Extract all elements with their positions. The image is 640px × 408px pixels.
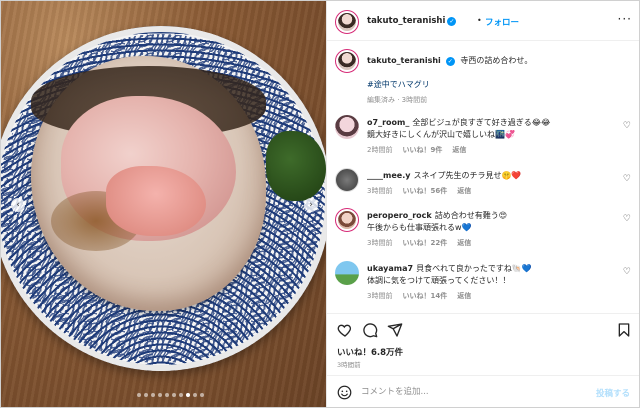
heart-icon[interactable]	[337, 322, 353, 338]
avatar[interactable]	[335, 208, 359, 232]
comment-username[interactable]: peropero_rock	[367, 211, 432, 220]
comment-likes[interactable]: いいね！9件	[402, 146, 442, 154]
carousel-dot	[151, 393, 155, 397]
avatar[interactable]	[335, 261, 359, 285]
carousel-dot	[200, 393, 204, 397]
comment-time[interactable]: 3時間前	[367, 187, 392, 195]
comments-list[interactable]: takuto_teranishi ✓ 寺西の詰め合わせ。 #途中でハマグリ 編集済…	[327, 41, 639, 313]
action-bar: いいね！6.8万件 3時間前	[327, 313, 639, 375]
comment-text-line2: 鏡大好きにしくんが沢山で嬉しいね🌃💞	[367, 130, 515, 139]
comment-likes[interactable]: いいね！22件	[402, 239, 447, 247]
heart-icon[interactable]: ♡	[623, 174, 631, 184]
post-side-panel: takuto_teranishi ✓ • フォロー ··· takuto_tera…	[326, 1, 639, 407]
carousel-dot	[165, 393, 169, 397]
heart-icon[interactable]: ♡	[623, 267, 631, 277]
caption-text: 寺西の詰め合わせ。	[460, 56, 533, 65]
comment-text-line2: 午後からも仕事頑張れるw💙	[367, 223, 472, 232]
emoji-icon[interactable]	[337, 385, 352, 400]
carousel-dot	[137, 393, 141, 397]
caption-meta: 編集済み · 3時間前	[367, 96, 428, 104]
header-separator: •	[477, 16, 482, 25]
post-time[interactable]: 3時間前	[337, 359, 361, 369]
carousel-dot	[186, 393, 190, 397]
share-icon[interactable]	[387, 322, 403, 338]
comment-text: 貝食べれて良かったですね🐚💙	[416, 264, 532, 273]
comment-username[interactable]: o7_room_	[367, 118, 409, 127]
reply-button[interactable]: 返信	[457, 292, 471, 300]
more-icon[interactable]: ···	[618, 12, 632, 26]
post-modal: ‹ › takuto_teranishi ✓ • フォロー ··· takuto_…	[0, 0, 640, 408]
comment-username[interactable]: ukayama7	[367, 264, 413, 273]
carousel-dot	[179, 393, 183, 397]
carousel-dot	[144, 393, 148, 397]
post-header: takuto_teranishi ✓ • フォロー ···	[327, 1, 639, 41]
avatar[interactable]	[335, 168, 359, 192]
likes-count[interactable]: いいね！6.8万件	[337, 346, 403, 358]
avatar[interactable]	[335, 10, 359, 34]
header-username[interactable]: takuto_teranishi ✓	[367, 16, 457, 26]
carousel-dot	[193, 393, 197, 397]
comment-time[interactable]: 2時間前	[367, 146, 392, 154]
comment-text: 全部ビジュが良すぎて好き過ぎる😂😂	[412, 118, 551, 127]
comment-time[interactable]: 3時間前	[367, 239, 392, 247]
comment-text: スネイプ先生のチラ見せ🤫❤️	[413, 171, 522, 180]
caption-username[interactable]: takuto_teranishi	[367, 56, 441, 65]
carousel-dot	[158, 393, 162, 397]
carousel-dots	[137, 393, 204, 397]
verified-icon: ✓	[447, 17, 457, 26]
follow-button[interactable]: フォロー	[485, 16, 519, 28]
reply-button[interactable]: 返信	[457, 187, 471, 195]
comment-likes[interactable]: いいね！14件	[402, 292, 447, 300]
comment-icon[interactable]	[362, 322, 378, 338]
comment-time[interactable]: 3時間前	[367, 292, 392, 300]
add-comment-bar: 投稿する	[327, 375, 639, 407]
comment-text-line2: 体調に気をつけて頑張ってください！！	[367, 276, 511, 285]
comment-text: 詰め合わせ有難う😍	[434, 211, 508, 220]
next-image-button[interactable]: ›	[304, 198, 318, 212]
post-comment-button[interactable]: 投稿する	[596, 387, 630, 399]
comment-input[interactable]	[361, 384, 581, 400]
carousel-dot	[172, 393, 176, 397]
username-text[interactable]: takuto_teranishi	[367, 16, 445, 26]
avatar[interactable]	[335, 49, 359, 73]
bookmark-icon[interactable]	[616, 322, 632, 338]
post-photo[interactable]: ‹ ›	[1, 1, 326, 407]
comment-likes[interactable]: いいね！56件	[402, 187, 447, 195]
avatar[interactable]	[335, 115, 359, 139]
heart-icon[interactable]: ♡	[623, 121, 631, 131]
prev-image-button[interactable]: ‹	[11, 198, 25, 212]
verified-icon: ✓	[445, 57, 455, 66]
reply-button[interactable]: 返信	[452, 146, 466, 154]
reply-button[interactable]: 返信	[457, 239, 471, 247]
comment-username[interactable]: ____mee.y	[367, 171, 410, 180]
hashtag-link[interactable]: #途中でハマグリ	[367, 79, 617, 91]
heart-icon[interactable]: ♡	[623, 214, 631, 224]
